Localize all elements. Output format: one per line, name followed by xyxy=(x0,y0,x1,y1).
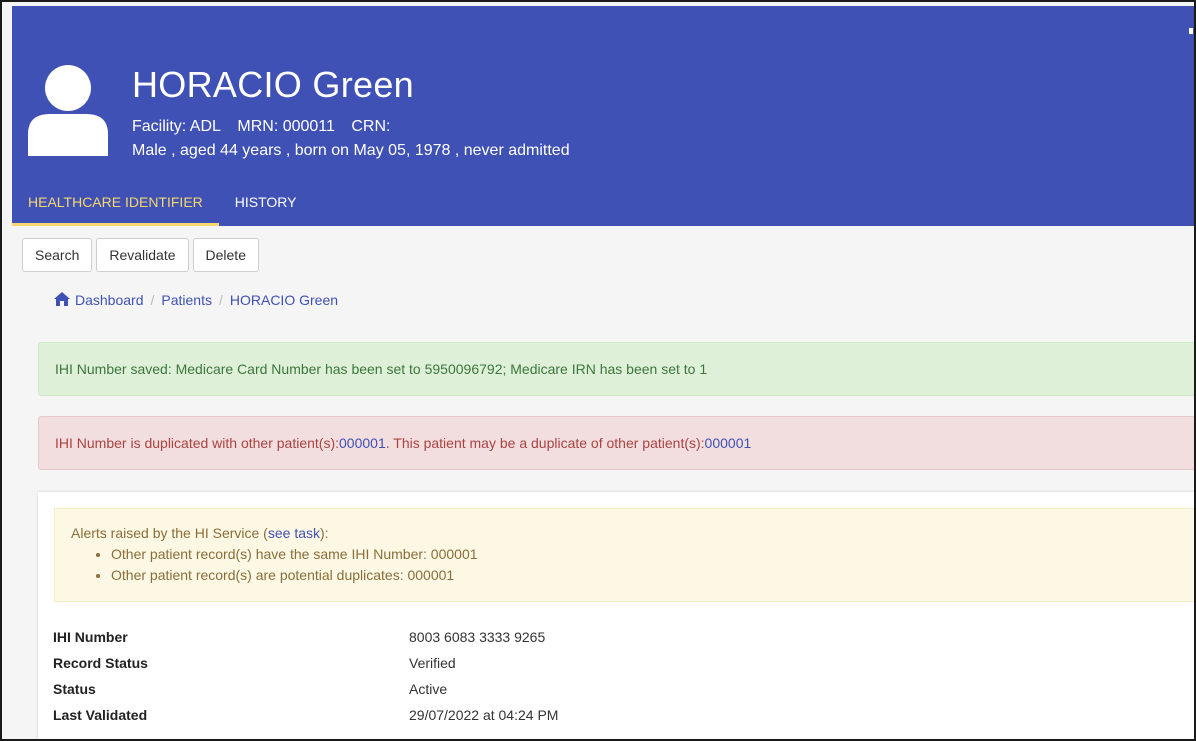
patient-summary: Male , aged 44 years , born on May 05, 1… xyxy=(132,142,570,159)
detail-row-record-status: Record Status Verified xyxy=(53,650,558,676)
mrn-label: MRN: 000011 xyxy=(237,118,335,135)
person-avatar-icon xyxy=(28,65,108,156)
breadcrumb: Dashboard / Patients / HORACIO Green xyxy=(54,292,338,308)
detail-value: 8003 6083 3333 9265 xyxy=(409,629,546,645)
breadcrumb-current-patient[interactable]: HORACIO Green xyxy=(230,292,338,308)
list-item: Other patient record(s) are potential du… xyxy=(111,565,1179,586)
see-task-link[interactable]: see task xyxy=(268,525,320,541)
revalidate-button[interactable]: Revalidate xyxy=(96,238,189,272)
detail-row-status: Status Active xyxy=(53,676,558,702)
breadcrumb-separator: / xyxy=(150,292,155,308)
delete-button[interactable]: Delete xyxy=(192,238,259,272)
patient-name: HORACIO Green xyxy=(132,64,414,105)
success-alert-text: IHI Number saved: Medicare Card Number h… xyxy=(55,361,708,377)
app-window: HORACIO Green Facility: ADL MRN: 000011 … xyxy=(0,0,1196,741)
duplicate-alert-prefix: IHI Number is duplicated with other pati… xyxy=(55,435,340,451)
detail-label: Record Status xyxy=(53,655,148,671)
hi-service-intro-prefix: Alerts raised by the HI Service ( xyxy=(71,525,268,541)
hi-service-alerts: Alerts raised by the HI Service (see tas… xyxy=(54,508,1194,602)
hi-service-alert-list: Other patient record(s) have the same IH… xyxy=(111,544,1179,586)
detail-label: Last Validated xyxy=(53,707,148,723)
window-corner-mark xyxy=(1189,28,1193,34)
potential-duplicate-link[interactable]: 000001 xyxy=(705,435,752,451)
action-toolbar: Search Revalidate Delete xyxy=(22,238,259,272)
detail-value: Active xyxy=(409,681,448,697)
home-icon xyxy=(54,292,70,306)
breadcrumb-patients[interactable]: Patients xyxy=(161,292,212,308)
patient-identifiers: Facility: ADL MRN: 000011 CRN: xyxy=(132,118,402,136)
crn-label: CRN: xyxy=(351,118,391,135)
detail-label: IHI Number xyxy=(53,629,128,645)
tab-bar: HEALTHCARE IDENTIFIER HISTORY xyxy=(12,182,313,226)
identifier-details: IHI Number 8003 6083 3333 9265 Record St… xyxy=(53,624,558,728)
detail-row-last-validated: Last Validated 29/07/2022 at 04:24 PM xyxy=(53,702,558,728)
detail-value: 29/07/2022 at 04:24 PM xyxy=(409,707,559,723)
identifier-card: Alerts raised by the HI Service (see tas… xyxy=(38,492,1194,739)
facility-label: Facility: ADL xyxy=(132,118,221,135)
hi-service-intro-suffix: ): xyxy=(320,525,329,541)
tab-history[interactable]: HISTORY xyxy=(219,182,313,226)
search-button[interactable]: Search xyxy=(22,238,93,272)
duplicate-alert: IHI Number is duplicated with other pati… xyxy=(38,416,1194,470)
detail-label: Status xyxy=(53,681,96,697)
breadcrumb-dashboard-label: Dashboard xyxy=(75,292,144,308)
tab-healthcare-identifier[interactable]: HEALTHCARE IDENTIFIER xyxy=(12,182,219,226)
patient-header: HORACIO Green Facility: ADL MRN: 000011 … xyxy=(12,6,1194,226)
duplicate-alert-middle: . This patient may be a duplicate of oth… xyxy=(385,435,705,451)
breadcrumb-dashboard[interactable]: Dashboard xyxy=(54,292,144,308)
success-alert: IHI Number saved: Medicare Card Number h… xyxy=(38,342,1194,396)
duplicate-patient-link[interactable]: 000001 xyxy=(339,435,386,451)
list-item: Other patient record(s) have the same IH… xyxy=(111,544,1179,565)
hi-service-intro: Alerts raised by the HI Service (see tas… xyxy=(71,525,1179,541)
breadcrumb-separator: / xyxy=(218,292,223,308)
detail-row-ihi-number: IHI Number 8003 6083 3333 9265 xyxy=(53,624,558,650)
detail-value: Verified xyxy=(409,655,456,671)
